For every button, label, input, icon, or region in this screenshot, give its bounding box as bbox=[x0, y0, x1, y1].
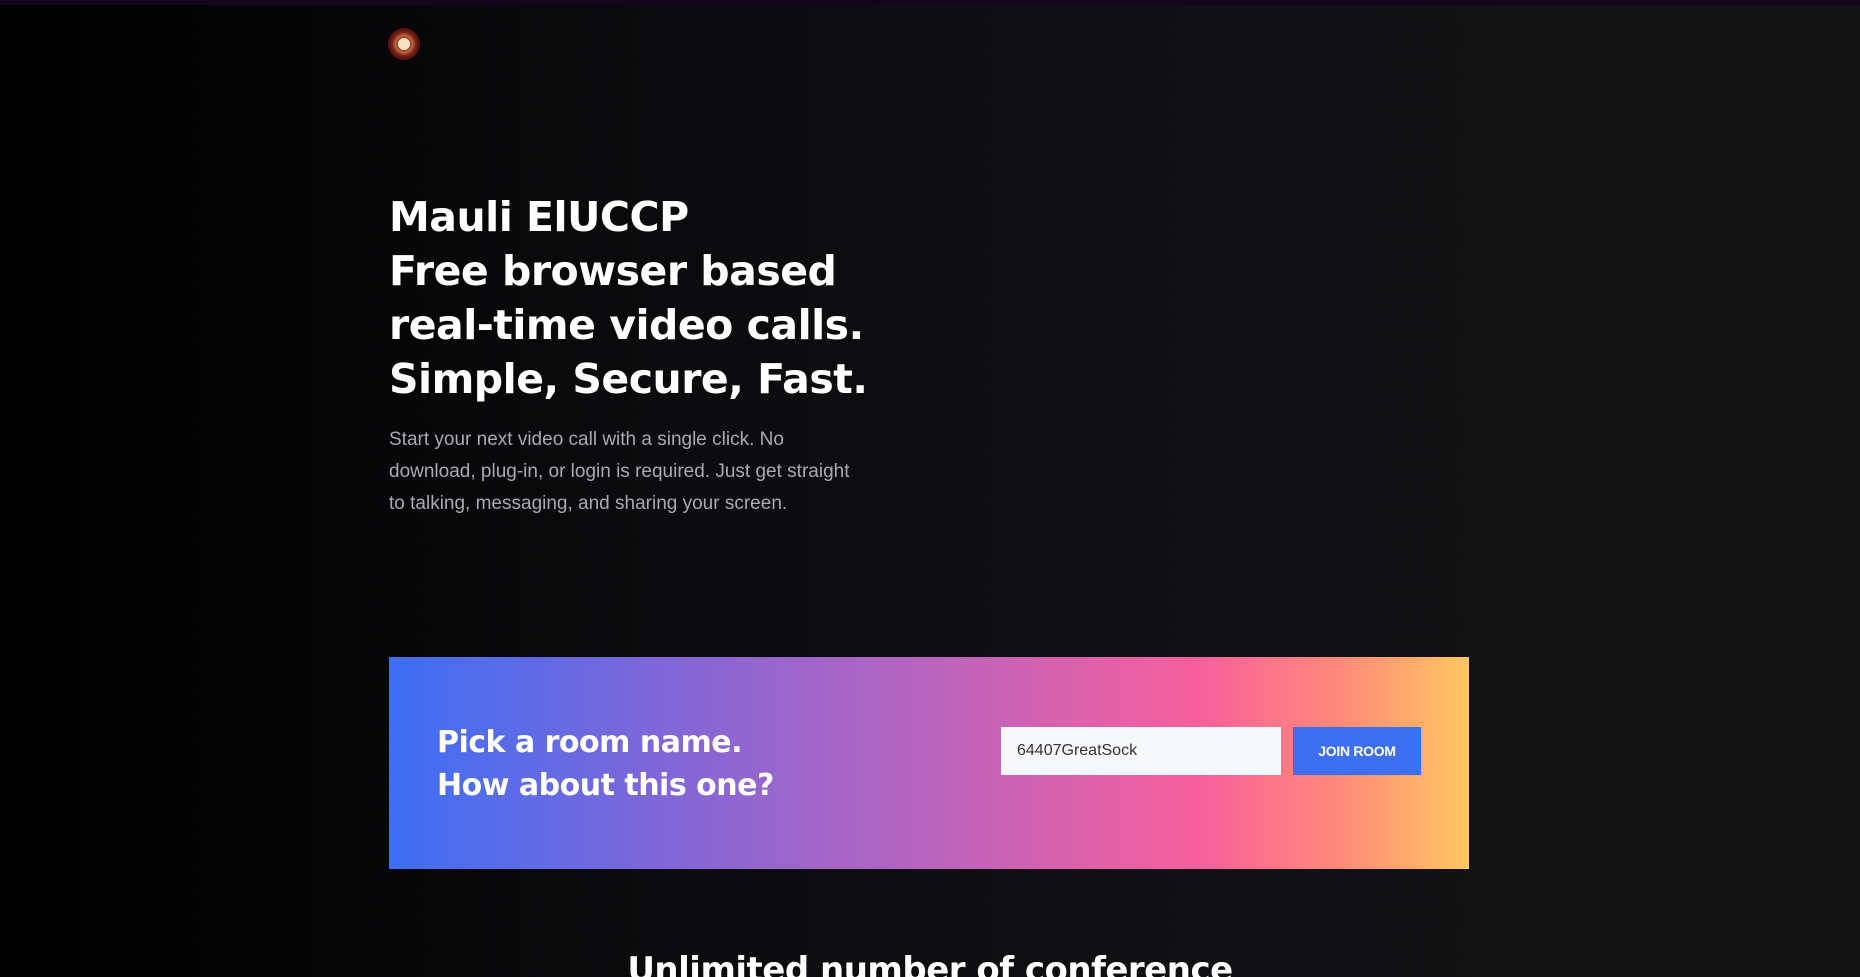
room-prompt: Pick a room name. How about this one? bbox=[437, 721, 774, 807]
room-prompt-line: Pick a room name. bbox=[437, 725, 742, 760]
features-section-title: Unlimited number of conference bbox=[627, 950, 1233, 977]
room-prompt-line: How about this one? bbox=[437, 768, 774, 803]
room-name-input[interactable] bbox=[1001, 727, 1281, 775]
logo-emblem-icon[interactable] bbox=[390, 30, 418, 58]
hero-description: Start your next video call with a single… bbox=[389, 429, 850, 514]
hero-title-line: Mauli ElUCCP bbox=[389, 193, 689, 241]
logo-emblem-center bbox=[396, 36, 412, 52]
hero-title-line: real-time video calls. bbox=[389, 301, 864, 349]
top-accent-bar bbox=[0, 0, 1860, 5]
hero-title-line: Simple, Secure, Fast. bbox=[389, 355, 868, 403]
hero-title-line: Free browser based bbox=[389, 247, 837, 295]
hero-title: Mauli ElUCCP Free browser based real-tim… bbox=[389, 190, 949, 406]
join-room-button[interactable]: JOIN ROOM bbox=[1293, 727, 1421, 775]
room-picker-banner: Pick a room name. How about this one? JO… bbox=[389, 657, 1469, 869]
